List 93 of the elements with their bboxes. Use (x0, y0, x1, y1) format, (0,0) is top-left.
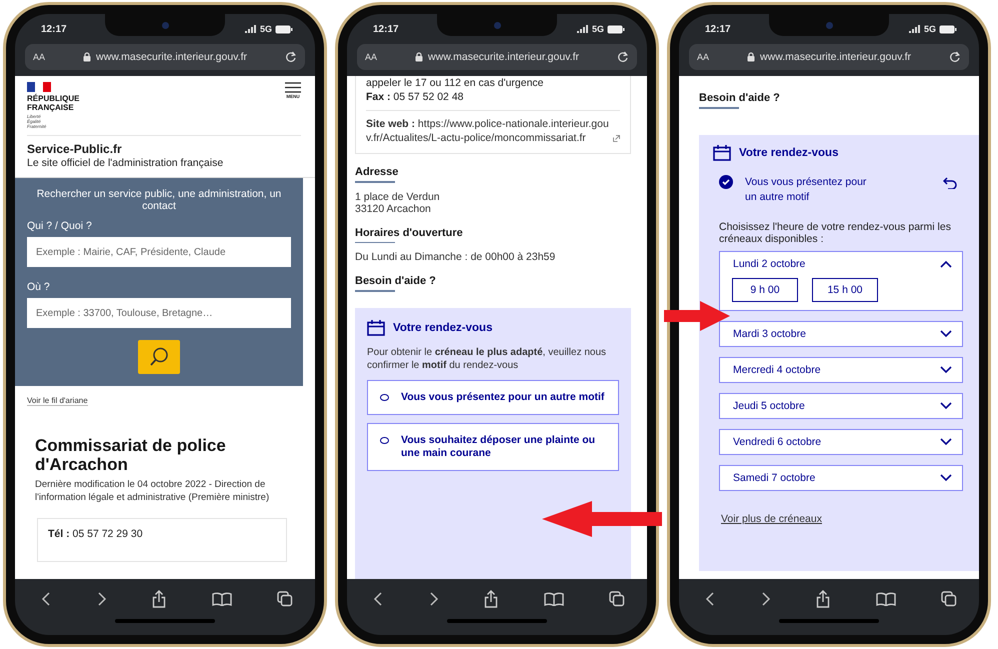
battery-icon (607, 24, 625, 34)
radio-button[interactable] (380, 436, 389, 444)
time-slot-button[interactable]: 9 h 00 (732, 278, 798, 302)
chosen-reason: Vous vous présentez pour un autre motif (745, 174, 868, 204)
back-icon[interactable] (705, 592, 715, 606)
contact-line: Fax : 05 57 52 02 48 (366, 90, 464, 104)
signal-icon (244, 25, 257, 33)
website-text[interactable]: Site web : https://www.police-nationale.interieur.gouv.fr/Actualites/L-actu-police/moncommissariat.fr (366, 117, 611, 145)
slot-prompt: Choisissez l'heure de votre rendez-vous parmi les créneaux disponibles : (719, 220, 952, 244)
contact-line: appeler le 17 ou 112 en cas d'urgence (366, 76, 545, 90)
field-label: Qui ? / Quoi ? (27, 220, 93, 232)
undo-icon[interactable] (943, 176, 957, 188)
share-icon[interactable] (816, 590, 830, 608)
search-icon (148, 346, 170, 368)
tabs-icon[interactable] (609, 591, 625, 607)
reload-icon[interactable] (617, 51, 629, 63)
back-icon[interactable] (41, 592, 51, 606)
lock-icon (83, 52, 92, 62)
url-text: www.masecurite.interieur.gouv.fr (428, 51, 579, 63)
day-header[interactable]: Lundi 2 octobre (720, 252, 962, 276)
section-text: 1 place de Verdun 33120 Arcachon (355, 190, 441, 214)
day-header[interactable]: Jeudi 5 octobre (720, 394, 962, 418)
flag-icon (27, 82, 51, 92)
section-heading: Adresse (355, 166, 400, 178)
back-icon[interactable] (373, 592, 383, 606)
contact-line: Tél : 05 57 72 29 30 (48, 527, 144, 541)
section-text: Du Lundi au Dimanche : de 00h00 à 23h59 (355, 251, 556, 263)
status-time: 12:17 (705, 24, 731, 34)
page-title: Commissariat de police d'Arcachon (35, 436, 227, 474)
reason-option[interactable]: Vous vous présentez pour un autre motif (367, 380, 619, 414)
signal-icon (908, 25, 921, 33)
search-button[interactable] (138, 340, 180, 374)
url-text: www.masecurite.interieur.gouv.fr (760, 51, 911, 63)
breadcrumb-link[interactable]: Voir le fil d'ariane (27, 396, 88, 406)
signal-icon (576, 25, 589, 33)
address-bar[interactable]: AA www.masecurite.interieur.gouv.fr (689, 44, 969, 70)
address-bar[interactable]: AA www.masecurite.interieur.gouv.fr (25, 44, 305, 70)
bookmarks-icon[interactable] (212, 592, 232, 606)
day-header[interactable]: Samedi 7 octobre (720, 466, 962, 490)
tabs-icon[interactable] (941, 591, 957, 607)
bookmarks-icon[interactable] (544, 592, 564, 606)
option-label: Vous vous présentez pour un autre motif (401, 390, 604, 404)
status-time: 12:17 (41, 24, 67, 34)
logo-text: RÉPUBLIQUE FRANÇAISE (27, 94, 80, 112)
status-time: 12:17 (373, 24, 399, 34)
forward-icon[interactable] (96, 592, 106, 606)
lock-icon (415, 52, 424, 62)
check-circle-icon (719, 174, 733, 188)
reload-icon[interactable] (949, 51, 961, 63)
tabs-icon[interactable] (277, 591, 293, 607)
section-heading: Besoin d'aide ? (699, 92, 781, 104)
more-slots-link[interactable]: Voir plus de créneaux (721, 512, 822, 524)
calendar-icon (367, 320, 385, 336)
search-heading: Rechercher un service public, une administration, un contact (36, 188, 282, 212)
forward-icon[interactable] (760, 592, 770, 606)
network-label: 5G (260, 24, 272, 34)
battery-icon (275, 24, 293, 34)
address-bar[interactable]: AA www.masecurite.interieur.gouv.fr (357, 44, 637, 70)
site-name[interactable]: Service-Public.fr (27, 142, 301, 156)
day-header[interactable]: Mercredi 4 octobre (720, 358, 962, 382)
calendar-icon (713, 144, 731, 160)
text-size-button[interactable]: AA (33, 52, 46, 62)
share-icon[interactable] (484, 590, 498, 608)
appointment-intro: Pour obtenir le créneau le plus adapté, veuillez nous confirmer le motif du rendez-vous (367, 346, 608, 372)
forward-icon[interactable] (428, 592, 438, 606)
text-size-button[interactable]: AA (697, 52, 710, 62)
text-size-button[interactable]: AA (365, 52, 378, 62)
share-icon[interactable] (152, 590, 166, 608)
appointment-title: Votre rendez-vous (393, 322, 492, 334)
page-meta: Dernière modification le 04 octobre 2022 - Direction de l'information légale et administrative (Première ministre) (35, 478, 270, 504)
reload-icon[interactable] (285, 51, 297, 63)
time-slot-button[interactable]: 15 h 00 (812, 278, 878, 302)
battery-icon (939, 24, 957, 34)
lock-icon (747, 52, 756, 62)
menu-icon (285, 82, 301, 93)
external-link-icon (613, 135, 620, 142)
day-header[interactable]: Mardi 3 octobre (720, 322, 962, 346)
appointment-title: Votre rendez-vous (739, 146, 838, 158)
radio-button[interactable] (380, 394, 389, 400)
bookmarks-icon[interactable] (876, 592, 896, 606)
reason-option[interactable]: Vous souhaitez déposer une plainte ou une main courane (367, 422, 619, 470)
arrow-annotation (664, 301, 730, 331)
network-label: 5G (592, 24, 604, 34)
network-label: 5G (924, 24, 936, 34)
option-label: Vous souhaitez déposer une plainte ou une main courane (401, 434, 596, 460)
field-label: Où ? (27, 281, 51, 293)
url-text: www.masecurite.interieur.gouv.fr (96, 51, 247, 63)
search-field[interactable]: Exemple : Mairie, CAF, Présidente, Claude (27, 237, 291, 267)
section-heading: Horaires d'ouverture (355, 226, 464, 238)
site-tagline: Le site officiel de l'administration française (27, 157, 224, 169)
search-field[interactable]: Exemple : 33700, Toulouse, Bretagne… (27, 298, 291, 328)
day-header[interactable]: Vendredi 6 octobre (720, 430, 962, 454)
section-heading: Besoin d'aide ? (355, 275, 437, 287)
